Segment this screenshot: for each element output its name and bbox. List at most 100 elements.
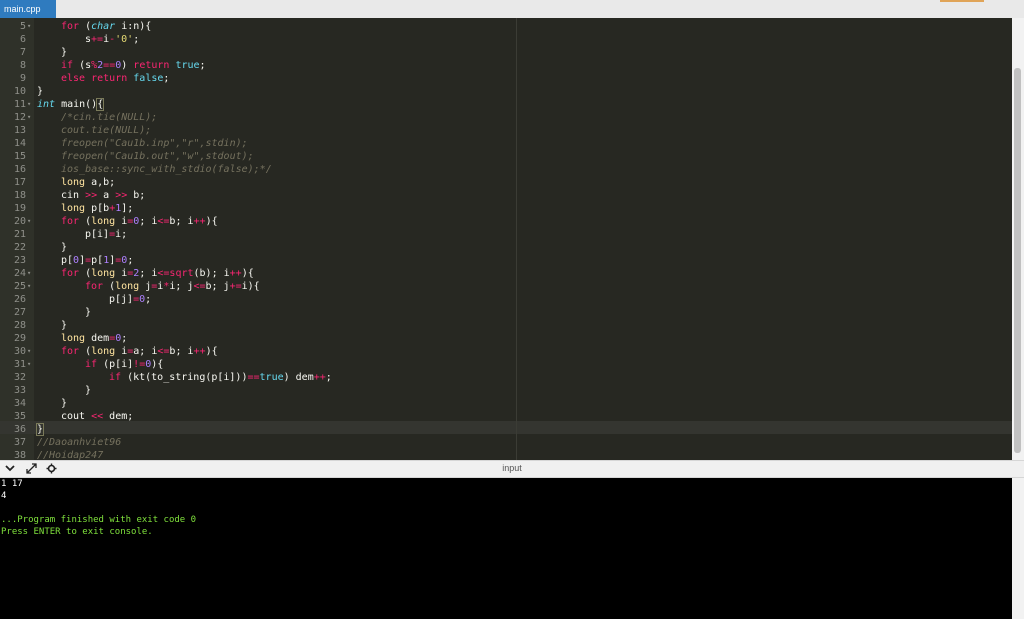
line-number: 30 <box>13 346 26 357</box>
tok: != <box>133 359 146 370</box>
line-number: 28 <box>13 320 26 331</box>
code-line-29[interactable]: long dem=0; <box>37 332 127 345</box>
code-line-22[interactable]: } <box>37 241 67 254</box>
tok: ) dem <box>283 372 314 383</box>
code-line-15[interactable]: freopen("Cau1b.out","w",stdout); <box>37 150 254 163</box>
code-line-31[interactable]: if (p[i]!=0){ <box>37 358 163 371</box>
tok: } <box>61 320 68 331</box>
tok: cout.tie(NULL); <box>61 125 152 136</box>
tok: ; i <box>139 216 158 227</box>
code-line-27[interactable]: } <box>37 306 91 319</box>
line-number: 22 <box>13 242 26 253</box>
tok: char <box>91 21 116 32</box>
tok: freopen("Cau1b.inp","r",stdin); <box>61 138 248 149</box>
code-line-14[interactable]: freopen("Cau1b.inp","r",stdin); <box>37 137 248 150</box>
code-line-12[interactable]: /*cin.tie(NULL); <box>37 111 157 124</box>
tok: freopen("Cau1b.out","w",stdout); <box>61 151 254 162</box>
line-number: 14 <box>13 138 26 149</box>
fold-toggle-icon[interactable]: ▾ <box>27 98 35 111</box>
tok: } <box>61 47 68 58</box>
code-line-34[interactable]: } <box>37 397 67 410</box>
tok: for <box>61 268 80 279</box>
code-line-20[interactable]: for (long i=0; i<=b; i++){ <box>37 215 218 228</box>
code-line-37[interactable]: //Daoanhviet96 <box>37 436 121 449</box>
tok: ++ <box>193 216 206 227</box>
input-label[interactable]: input <box>0 463 1024 473</box>
fold-toggle-icon[interactable]: ▾ <box>27 280 35 293</box>
tok: if <box>61 60 74 71</box>
code-line-18[interactable]: cin >> a >> b; <box>37 189 145 202</box>
tok: += <box>91 34 104 45</box>
tok: //Hoidap247 <box>37 450 104 460</box>
fold-toggle-icon[interactable]: ▾ <box>27 358 35 371</box>
line-number: 10 <box>13 86 26 97</box>
fold-toggle-icon[interactable]: ▾ <box>27 345 35 358</box>
tok: for <box>61 216 80 227</box>
tok: ; i <box>139 268 158 279</box>
code-line-8[interactable]: if (s%2==0) return true; <box>37 59 206 72</box>
line-number: 11 <box>13 99 26 110</box>
tok: ){ <box>205 216 218 227</box>
line-number: 15 <box>13 151 26 162</box>
code-line-6[interactable]: s+=i-'0'; <box>37 33 139 46</box>
matching-brace: } <box>35 423 45 436</box>
line-number: 33 <box>13 385 26 396</box>
tok: == <box>247 372 260 383</box>
line-number: 32 <box>13 372 26 383</box>
code-line-36[interactable]: } <box>35 423 45 436</box>
tok: '0' <box>115 34 134 45</box>
code-line-25[interactable]: for (long j=i*i; j<=b; j+=i){ <box>37 280 260 293</box>
fold-toggle-icon[interactable]: ▾ <box>27 267 35 280</box>
tok: i <box>115 268 128 279</box>
tok: ){ <box>241 268 254 279</box>
line-number: 5 <box>19 21 26 32</box>
fold-toggle-icon[interactable]: ▾ <box>27 215 35 228</box>
output-console[interactable]: 1 17 4 ...Program finished with exit cod… <box>0 478 1012 619</box>
tok: (kt(to_string(p[i])) <box>121 372 248 383</box>
editor-scrollbar[interactable] <box>1012 18 1024 460</box>
code-line-35[interactable]: cout << dem; <box>37 410 133 423</box>
tok: <= <box>157 346 170 357</box>
tok: long <box>91 346 116 357</box>
code-line-23[interactable]: p[0]=p[1]=0; <box>37 254 133 267</box>
code-line-11[interactable]: int main(){ <box>37 98 105 111</box>
code-editor[interactable]: 5 ▾ 6 7 8 9 10 11 ▾ 12 ▾ 13 14 15 16 17 18 19 20 ▾ 21 22 23 24 ▾… <box>0 18 1012 460</box>
code-line-38[interactable]: //Hoidap247 <box>37 449 103 460</box>
fold-toggle-icon[interactable]: ▾ <box>27 20 35 33</box>
tok: p[b <box>85 203 110 214</box>
code-line-30[interactable]: for (long i=a; i<=b; i++){ <box>37 345 218 358</box>
tok: >> <box>115 190 128 201</box>
code-line-13[interactable]: cout.tie(NULL); <box>37 124 151 137</box>
code-line-32[interactable]: if (kt(to_string(p[i]))==true) dem++; <box>37 371 332 384</box>
editor-scrollbar-thumb[interactable] <box>1014 68 1021 453</box>
tab-main-cpp[interactable]: main.cpp <box>0 0 56 18</box>
tok: dem; <box>103 411 134 422</box>
tok: i; <box>115 229 128 240</box>
line-number: 20 <box>13 216 26 227</box>
code-line-16[interactable]: ios_base::sync_with_stdio(false);*/ <box>37 163 272 176</box>
code-line-33[interactable]: } <box>37 384 91 397</box>
code-line-10[interactable]: } <box>37 85 43 98</box>
code-line-21[interactable]: p[i]=i; <box>37 228 127 241</box>
tok: p[ <box>61 255 74 266</box>
code-line-9[interactable]: else return false; <box>37 72 169 85</box>
line-number: 24 <box>13 268 26 279</box>
tok: == <box>103 60 116 71</box>
code-line-19[interactable]: long p[b+1]; <box>37 202 133 215</box>
code-line-24[interactable]: for (long i=2; i<=sqrt(b); i++){ <box>37 267 254 280</box>
code-line-26[interactable]: p[j]=0; <box>37 293 151 306</box>
console-scrollbar[interactable] <box>1012 478 1024 619</box>
tok: ios_base::sync_with_stdio(false);*/ <box>61 164 272 175</box>
tok: /*cin.tie(NULL); <box>61 112 158 123</box>
code-line-7[interactable]: } <box>37 46 67 59</box>
fold-toggle-icon[interactable]: ▾ <box>27 111 35 124</box>
console-line: 1 17 <box>1 479 23 489</box>
tok: ){ <box>151 359 164 370</box>
tok: a; i <box>133 346 158 357</box>
code-line-5[interactable]: for (char i:n){ <box>37 20 151 33</box>
tok: <= <box>157 268 170 279</box>
tok: ++ <box>229 268 242 279</box>
code-line-17[interactable]: long a,b; <box>37 176 115 189</box>
tok: true <box>259 372 284 383</box>
code-line-28[interactable]: } <box>37 319 67 332</box>
